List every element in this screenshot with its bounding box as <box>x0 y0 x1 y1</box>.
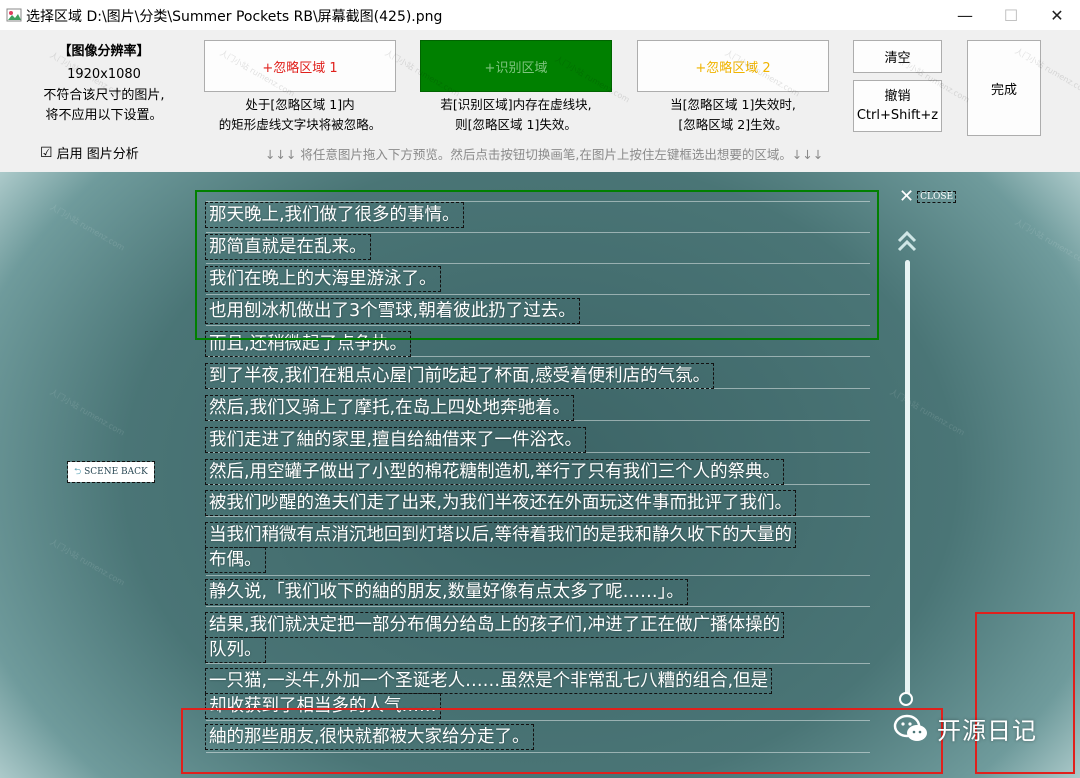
recognize-region-desc-line1: 若[识别区域]内存在虚线块, <box>440 97 592 112</box>
scrollbar-thumb[interactable] <box>899 692 913 706</box>
analysis-toggle[interactable]: ☑ 启用 图片分析 <box>40 143 139 163</box>
hint-text: ↓↓↓ 将任意图片拖入下方预览。然后点击按钮切换画笔,在图片上按住左键框选出想要… <box>265 147 824 162</box>
site-watermark: 人门小站 rumenz.com <box>888 387 967 438</box>
site-watermark: 人门小站 rumenz.com <box>48 202 127 253</box>
recognize-region-box[interactable] <box>195 190 879 340</box>
clear-label: 清空 <box>884 51 911 66</box>
corner-watermark: 开源日记 <box>893 711 1037 746</box>
ignore-region-box[interactable] <box>181 708 943 774</box>
dialog-line: 队列。 <box>205 637 266 663</box>
dialog-line: 到了半夜,我们在粗点心屋门前吃起了杯面,感受着便利店的气氛。 <box>204 363 715 389</box>
window-title: 选择区域 D:\图片\分类\Summer Pockets RB\屏幕截图(425… <box>26 9 443 25</box>
undo-shortcut: Ctrl+Shift+z <box>856 108 939 123</box>
site-watermark: 人门小站 rumenz.com <box>48 387 127 438</box>
checkbox-icon[interactable]: ☑ <box>40 145 53 161</box>
dialog-line: 当我们稍微有点消沉地回到灯塔以后,等待着我们的是我和静久收下的大量的 <box>204 522 797 548</box>
ignore-region-box[interactable] <box>975 612 1075 774</box>
undo-button[interactable]: 撤销 Ctrl+Shift+z <box>853 80 942 132</box>
resolution-info: 【图像分辨率】 1920x1080 不符合该尺寸的图片, 将不应用以下设置。 <box>30 40 178 126</box>
ignore-region-1-desc-line2: 的矩形虚线文字块将被忽略。 <box>218 117 382 132</box>
dialog-line: 一只猫,一头牛,外加一个圣诞老人……虽然是个非常乱七八糟的组合,但是 <box>204 668 773 694</box>
ignore-region-1-label: +忽略区域 1 <box>262 60 338 76</box>
game-close-button[interactable]: ✕ CLOSE <box>899 186 957 207</box>
wechat-icon <box>893 714 927 741</box>
ignore-region-1-button[interactable]: +忽略区域 1 <box>204 40 396 92</box>
scrollbar-track[interactable] <box>905 260 910 696</box>
analysis-label: 启用 图片分析 <box>56 147 139 162</box>
resolution-value: 1920x1080 <box>67 67 141 82</box>
done-label: 完成 <box>990 82 1017 98</box>
done-button[interactable]: 完成 <box>967 40 1041 136</box>
ignore-region-1-desc-line1: 处于[忽略区域 1]内 <box>245 97 355 112</box>
chevron-up-icon[interactable] <box>896 230 918 254</box>
dialog-line: 我们走进了紬的家里,擅自给紬借来了一件浴衣。 <box>204 427 587 453</box>
watermark-text: 开源日记 <box>937 717 1037 745</box>
ignore-region-2-desc-line1: 当[忽略区域 1]失效时, <box>670 97 796 112</box>
back-arrow-icon: ⮌ <box>74 467 82 477</box>
game-close-label: CLOSE <box>917 190 957 203</box>
close-window-button[interactable]: ✕ <box>1034 0 1080 30</box>
control-panel: 【图像分辨率】 1920x1080 不符合该尺寸的图片, 将不应用以下设置。 +… <box>0 30 1080 172</box>
undo-label: 撤销 <box>884 89 911 104</box>
dialog-line: 布偶。 <box>205 547 266 573</box>
dialog-line: 静久说,「我们收下的紬的朋友,数量好像有点太多了呢……」。 <box>205 579 688 605</box>
maximize-button[interactable]: ☐ <box>988 0 1034 30</box>
recognize-region-desc: 若[识别区域]内存在虚线块, 则[忽略区域 1]失效。 <box>420 95 612 135</box>
recognize-region-label: +识别区域 <box>484 60 548 76</box>
dialog-line: 被我们吵醒的渔夫们走了出来,为我们半夜还在外面玩这件事而批评了我们。 <box>204 490 797 516</box>
ignore-region-2-desc: 当[忽略区域 1]失效时, [忽略区域 2]生效。 <box>637 95 829 135</box>
close-icon: ✕ <box>1050 5 1064 25</box>
resolution-note-1: 不符合该尺寸的图片, <box>43 88 165 103</box>
resolution-header: 【图像分辨率】 <box>58 44 150 59</box>
maximize-icon: ☐ <box>1003 5 1019 25</box>
site-watermark: 人门小站 rumenz.com <box>1013 217 1080 268</box>
recognize-region-button[interactable]: +识别区域 <box>420 40 612 92</box>
app-icon <box>6 8 22 22</box>
ignore-region-1-desc: 处于[忽略区域 1]内 的矩形虚线文字块将被忽略。 <box>204 95 396 135</box>
title-bar: 选择区域 D:\图片\分类\Summer Pockets RB\屏幕截图(425… <box>0 0 1080 30</box>
close-icon: ✕ <box>899 186 915 207</box>
scene-back-button[interactable]: ⮌ SCENE BACK <box>67 461 155 483</box>
scene-back-label: SCENE BACK <box>84 467 148 477</box>
site-watermark: 人门小站 rumenz.com <box>48 537 127 588</box>
dialog-line: 然后,用空罐子做出了小型的棉花糖制造机,举行了只有我们三个人的祭典。 <box>204 459 785 485</box>
dialog-line: 结果,我们就决定把一部分布偶分给岛上的孩子们,冲进了正在做广播体操的 <box>204 612 785 638</box>
image-preview[interactable]: ✕ CLOSE ⮌ SCENE BACK 那天晚上,我们做了很多的事情。 那简直… <box>0 172 1080 778</box>
minimize-icon: — <box>957 5 973 25</box>
resolution-note-2: 将不应用以下设置。 <box>45 108 163 123</box>
recognize-region-desc-line2: 则[忽略区域 1]失效。 <box>455 117 577 132</box>
dialog-line: 然后,我们又骑上了摩托,在岛上四处地奔驰着。 <box>204 395 575 421</box>
ignore-region-2-desc-line2: [忽略区域 2]生效。 <box>678 117 788 132</box>
ignore-region-2-button[interactable]: +忽略区域 2 <box>637 40 829 92</box>
clear-button[interactable]: 清空 <box>853 40 942 73</box>
minimize-button[interactable]: — <box>942 0 988 30</box>
ignore-region-2-label: +忽略区域 2 <box>695 60 771 76</box>
